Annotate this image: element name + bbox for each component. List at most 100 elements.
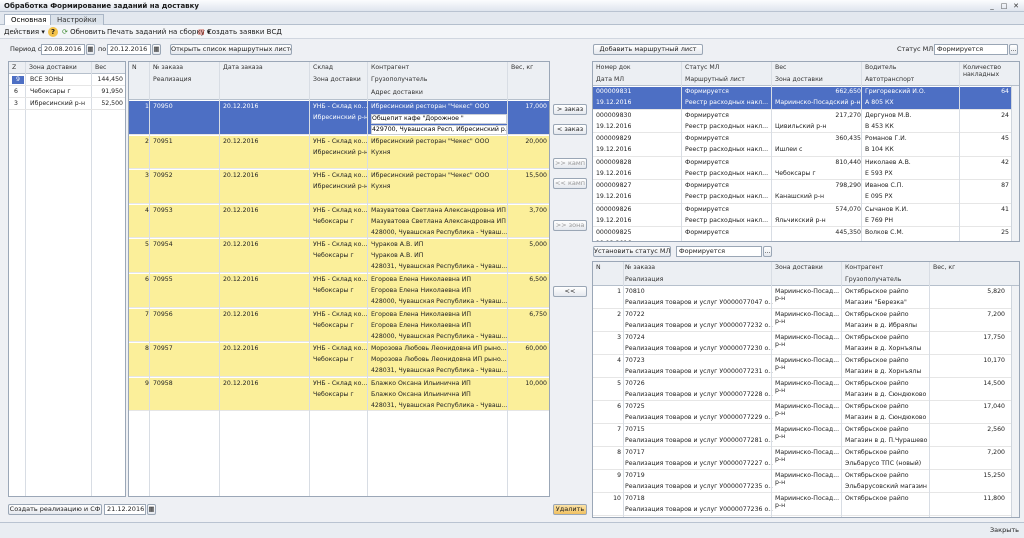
order-consignee: Мазуватова Светлана Александровна ИП [371,217,506,225]
refresh-icon: ⟳ [62,28,68,36]
zone-row[interactable]: 6 Чебоксары г 91,950 [9,87,125,98]
ml-status: Формируется [685,229,729,236]
ml-driver: Романов Г.И. [865,135,907,142]
close-button[interactable]: Закрыть [990,526,1019,535]
detail-order-number: 70718 [625,495,645,502]
date-to-field[interactable]: 20.12.2016 [107,44,151,55]
close-icon[interactable]: ✕ [1012,2,1020,10]
detail-row[interactable]: 3 70724 Реализация товаров и услуг У000007… [593,333,1011,355]
route-sheet-row[interactable]: 000009827 Формируется 798,290 Иванов С.П. 87… [593,181,1011,204]
detail-row[interactable]: 8 70717 Реализация товаров и услуг У000007… [593,448,1011,470]
set-status-field[interactable]: Формируется [676,246,762,257]
calendar-icon[interactable]: ▦ [147,504,156,515]
add-order-button[interactable]: > заказ [553,104,587,115]
ml-status-field[interactable]: Формируется [934,44,1008,55]
detail-row[interactable]: 6 70725 Реализация товаров и услуг У000007… [593,402,1011,424]
order-date: 20.12.2016 [223,206,259,214]
detail-consignee: Магазин "Березка" [845,299,907,306]
route-sheet-row[interactable]: 000009829 Формируется 360,435 Романов Г.И. 4… [593,134,1011,157]
detail-row[interactable]: 5 70726 Реализация товаров и услуг У000007… [593,379,1011,401]
detail-zone: Мариинско-Посад... р-н [775,334,840,348]
col-driver: Водитель [865,64,897,71]
minimize-icon[interactable]: _ [988,2,996,10]
order-date: 20.12.2016 [223,137,259,145]
order-weight: 6,750 [529,310,547,318]
order-consignee: Чураков А.В. ИП [371,252,424,260]
zone-row[interactable]: 9 ВСЕ ЗОНЫ 144,450 [9,75,125,86]
print-tasks-button[interactable]: Печать заданий на сборку ▾ [107,27,211,37]
tab-main[interactable]: Основная [4,14,54,25]
create-vsd-button[interactable]: ▤ Создать заявки ВСД [198,27,282,37]
route-sheet-row[interactable]: 000009831 Формируется 662,650 Григоревский … [593,87,1011,110]
order-date: 20.12.2016 [223,276,259,283]
detail-realization: Реализация товаров и услуг У0000077229 о… [625,414,773,421]
zones-grid: Z Зона доставки Вес 9 ВСЕ ЗОНЫ 144,450 6… [8,61,126,497]
order-row[interactable]: 7 70956 20.12.2016 УНБ - Склад ко... Чебокса… [129,308,549,343]
route-sheet-row[interactable]: 000009830 Формируется 217,270 Дергунов М.В.… [593,111,1011,133]
order-row[interactable]: 4 70953 20.12.2016 УНБ - Склад ко... Чебокса… [129,204,549,239]
select-button[interactable]: … [763,246,772,257]
delete-button[interactable]: Удалить [553,504,587,515]
ml-weight: 662,650 [835,88,861,95]
detail-row[interactable]: 10 70718 Реализация товаров и услуг У00000… [593,494,1011,516]
order-row[interactable]: 9 70958 20.12.2016 УНБ - Склад ко... Чебокса… [129,377,549,412]
open-routes-button[interactable]: Открыть список маршрутных листов [170,44,292,55]
calendar-icon[interactable]: ▦ [152,44,161,55]
scrollbar[interactable] [1011,86,1019,241]
col-realization: Реализация [625,276,664,283]
order-number: 70951 [153,137,173,145]
ml-status: Формируется [685,135,729,142]
order-consignee: Егорова Елена Николаевна ИП [371,321,472,329]
maximize-icon[interactable]: □ [1000,2,1008,10]
status-bar: Закрыть [0,522,1024,538]
calendar-icon[interactable]: ▦ [86,44,95,55]
date-from-field[interactable]: 20.08.2016 [41,44,85,55]
add-zone-button[interactable]: >> зона [553,220,587,231]
order-row[interactable]: 3 70952 20.12.2016 УНБ - Склад ко... Ибресин… [129,170,549,204]
actions-menu[interactable]: Действия ▾ [4,27,45,37]
ml-weight: 445,350 [835,229,861,236]
detail-n: 1 [617,288,621,295]
detail-consignee: Магазин в д. Сюндюково [845,391,927,398]
order-row[interactable]: 8 70957 20.12.2016 УНБ - Склад ко... Чебокса… [129,343,549,377]
detail-consignee: Магазин в д. П.Чурашево [845,437,928,444]
order-contractor: Блажко Оксана Ильинична ИП [371,379,471,387]
tab-settings[interactable]: Настройки [50,14,104,25]
route-details-grid: N № заказа Зона доставки Контрагент Вес,… [592,261,1020,518]
order-row[interactable]: 6 70955 20.12.2016 УНБ - Склад ко... Чебокса… [129,274,549,308]
zone-row[interactable]: 3 Ибресинский р-н 52,500 [9,99,125,110]
help-icon[interactable]: ? [48,27,58,37]
order-row[interactable]: 5 70954 20.12.2016 УНБ - Склад ко... Чебокса… [129,239,549,273]
set-status-button[interactable]: Установить статус МЛ [593,246,671,257]
col-zone: Зона доставки [313,76,361,83]
detail-row[interactable]: 9 70719 Реализация товаров и услуг У000007… [593,471,1011,493]
route-sheet-row[interactable]: 000009826 Формируется 574,070 Сычанов К.И. 4… [593,205,1011,227]
ml-driver: Дергунов М.В. [865,111,912,119]
detail-row[interactable]: 7 70715 Реализация товаров и услуг У000007… [593,425,1011,447]
order-warehouse: УНБ - Склад ко... [313,206,368,214]
remove-order-button[interactable]: < заказ [553,124,587,135]
scrollbar[interactable] [1011,286,1019,517]
order-row[interactable]: 2 70951 20.12.2016 УНБ - Склад ко... Ибресин… [129,135,549,170]
detail-row[interactable]: 2 70722 Реализация товаров и услуг У000007… [593,310,1011,332]
detail-zone: Мариинско-Посад... р-н [775,311,840,325]
refresh-button[interactable]: ⟳ Обновить [62,27,106,37]
add-route-sheet-button[interactable]: Добавить маршрутный лист [593,44,703,55]
route-sheet-row[interactable]: 000009828 Формируется 810,440 Николаев А.В.… [593,158,1011,180]
detail-contractor: Октябрьское райпо [845,403,909,410]
ml-driver: Сычанов К.И. [865,205,909,213]
order-address: 428031, Чувашская Республика - Чуваш... [371,401,507,409]
order-number: 70954 [153,241,173,249]
move-all-back-button[interactable]: << [553,286,587,297]
detail-row[interactable]: 4 70723 Реализация товаров и услуг У000007… [593,356,1011,378]
create-realization-button[interactable]: Создать реализацию и СФ [8,504,102,515]
order-row[interactable]: 1 70950 20.12.2016 УНБ - Склад ко... Ибресин… [129,101,549,135]
remove-kamp-button[interactable]: << камп [553,178,587,189]
route-sheet-row[interactable]: 000009825 Формируется 445,350 Волков С.М. 25… [593,228,1011,241]
select-button[interactable]: … [1009,44,1018,55]
detail-row[interactable]: 1 70810 Реализация товаров и услуг У000007… [593,287,1011,309]
realization-date-field[interactable]: 21.12.2016 [104,504,146,515]
order-consignee: Морозова Любовь Леонидовна ИП рыно... [371,356,507,364]
ml-driver: Николаев А.В. [865,158,911,166]
add-kamp-button[interactable]: >> камп [553,158,587,169]
